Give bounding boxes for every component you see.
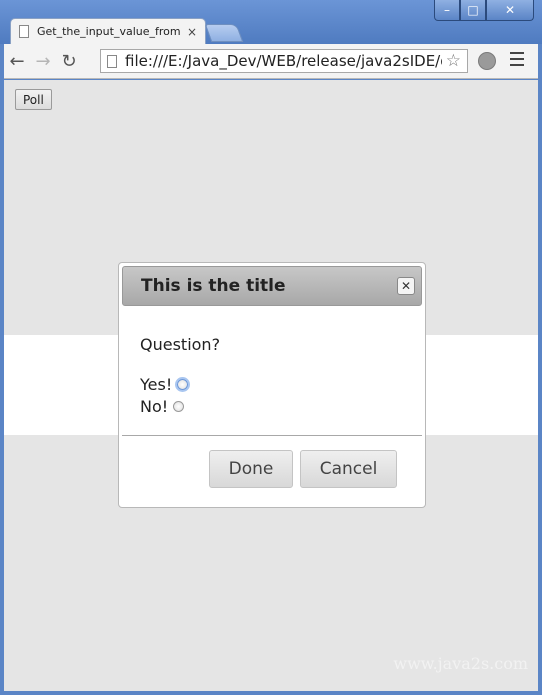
browser-tab[interactable]: Get_the_input_value_from × xyxy=(10,18,206,44)
dialog-divider xyxy=(122,435,422,436)
address-bar[interactable]: file:///E:/Java_Dev/WEB/release/java2sID… xyxy=(100,49,468,73)
reload-button[interactable]: ↻ xyxy=(56,48,82,74)
minimize-button[interactable]: – xyxy=(434,0,460,21)
no-radio[interactable] xyxy=(173,401,185,412)
dialog-title: This is the title xyxy=(141,276,286,296)
browser-toolbar: ← → ↻ file:///E:/Java_Dev/WEB/release/ja… xyxy=(4,44,538,79)
tab-close-icon[interactable]: × xyxy=(187,25,197,39)
page-content: Poll www.java2s.com This is the title ✕ … xyxy=(4,80,538,691)
dialog: This is the title ✕ Question? Yes! No! D… xyxy=(118,262,426,508)
menu-icon[interactable] xyxy=(510,52,524,66)
option-yes-label: Yes! xyxy=(140,375,173,394)
back-button[interactable]: ← xyxy=(4,48,30,74)
cancel-button[interactable]: Cancel xyxy=(300,450,397,488)
close-window-button[interactable]: ✕ xyxy=(486,0,534,21)
poll-button[interactable]: Poll xyxy=(15,89,52,110)
forward-button[interactable]: → xyxy=(30,48,56,74)
document-icon xyxy=(19,25,29,38)
watermark: www.java2s.com xyxy=(393,654,528,673)
done-button[interactable]: Done xyxy=(209,450,293,488)
dialog-header[interactable]: This is the title ✕ xyxy=(122,266,422,306)
option-no: No! xyxy=(140,397,185,416)
title-bar: – □ ✕ Get_the_input_value_from × xyxy=(0,0,542,44)
dialog-close-icon[interactable]: ✕ xyxy=(397,277,415,295)
new-tab-button[interactable] xyxy=(204,24,244,42)
question-text: Question? xyxy=(140,335,221,354)
tab-title: Get_the_input_value_from xyxy=(37,25,181,38)
option-no-label: No! xyxy=(140,397,169,416)
yes-radio[interactable] xyxy=(177,379,189,390)
window-controls: – □ ✕ xyxy=(434,0,534,21)
maximize-button[interactable]: □ xyxy=(460,0,486,21)
bookmark-star-icon[interactable]: ☆ xyxy=(446,51,461,71)
option-yes: Yes! xyxy=(140,375,189,394)
url-text[interactable]: file:///E:/Java_Dev/WEB/release/java2sID… xyxy=(125,52,442,70)
page-icon xyxy=(107,54,117,68)
extension-icon[interactable] xyxy=(478,52,496,70)
